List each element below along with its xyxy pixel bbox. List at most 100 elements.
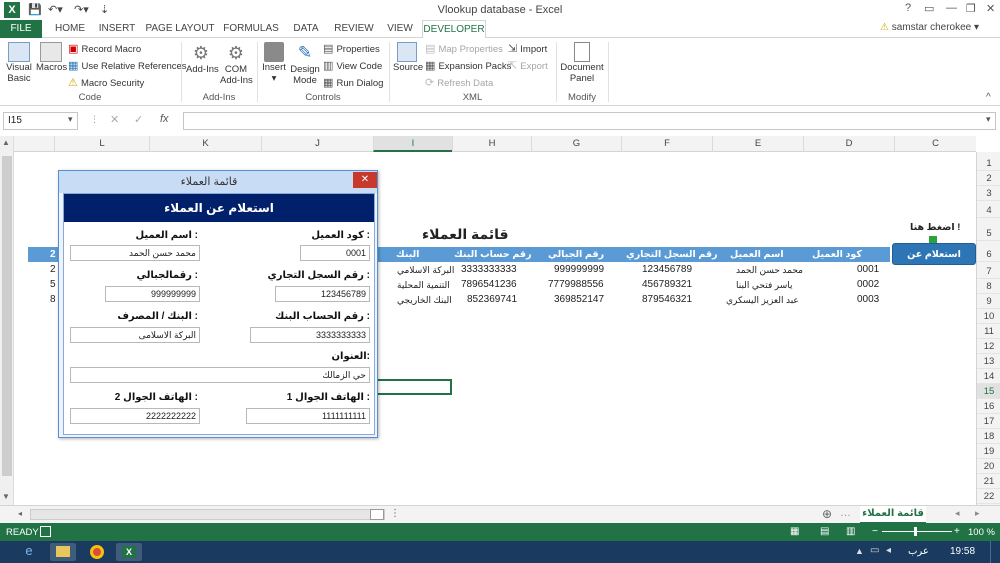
- restore-icon[interactable]: ❐: [966, 2, 976, 15]
- tab-formulas[interactable]: FORMULAS: [220, 20, 282, 38]
- minimize-icon[interactable]: —: [946, 2, 957, 14]
- row-header[interactable]: 1: [977, 156, 1000, 171]
- com-addins-button[interactable]: ⚙ COM Add-Ins: [220, 42, 253, 86]
- tab-developer[interactable]: DEVELOPER: [422, 20, 486, 39]
- row-header[interactable]: 20: [977, 459, 1000, 474]
- cell-code[interactable]: 0001: [857, 264, 879, 275]
- enter-icon[interactable]: ✓: [134, 113, 143, 126]
- row-header[interactable]: 18: [977, 429, 1000, 444]
- column-header-h[interactable]: H: [452, 136, 531, 152]
- formula-input[interactable]: [183, 112, 996, 130]
- column-header-e[interactable]: E: [712, 136, 803, 152]
- cell-partial[interactable]: 5: [50, 279, 56, 290]
- scroll-thumb[interactable]: [2, 156, 12, 476]
- cell-bank[interactable]: البنك الخاريجي: [397, 295, 452, 306]
- visual-basic-button[interactable]: Visual Basic: [4, 42, 34, 84]
- expansion-packs-button[interactable]: ▦ Expansion Packs: [425, 59, 511, 72]
- relative-references-button[interactable]: ▦ Use Relative References: [68, 59, 187, 72]
- row-header[interactable]: 4: [977, 203, 1000, 218]
- column-header-c[interactable]: C: [894, 136, 976, 152]
- dialog-title-bar[interactable]: قائمة العملاء ✕: [59, 171, 377, 193]
- macro-security-button[interactable]: ⚠ Macro Security: [68, 76, 144, 89]
- cell-bank[interactable]: التنمية المحلية: [397, 280, 450, 291]
- field-bank[interactable]: البركة الاسلامى: [70, 327, 200, 343]
- expand-formula-icon[interactable]: ▾: [986, 114, 991, 125]
- row-header[interactable]: 3: [977, 186, 1000, 201]
- sheet-tab-customers[interactable]: قائمة العملاء: [860, 506, 926, 524]
- network-icon[interactable]: ▭: [870, 545, 879, 556]
- cell-account[interactable]: 7896541236: [461, 279, 517, 290]
- field-mobile-2[interactable]: 2222222222: [70, 408, 200, 424]
- help-icon[interactable]: ?: [905, 2, 911, 14]
- column-header-f[interactable]: F: [621, 136, 712, 152]
- cell-code[interactable]: 0003: [857, 294, 879, 305]
- customer-inquiry-button[interactable]: استعلام عن العملاء: [892, 243, 976, 282]
- column-header-k[interactable]: K: [149, 136, 261, 152]
- tab-review[interactable]: REVIEW: [330, 20, 378, 38]
- horizontal-scrollbar[interactable]: [30, 509, 385, 520]
- cell-jabali[interactable]: 7779988556: [548, 279, 604, 290]
- row-header[interactable]: 22: [977, 489, 1000, 504]
- horizontal-scroll-thumb[interactable]: [370, 509, 384, 520]
- run-dialog-button[interactable]: ▦ Run Dialog: [323, 76, 383, 89]
- sheet-next-icon[interactable]: ▸: [975, 508, 980, 519]
- row-header[interactable]: 9: [977, 294, 1000, 309]
- insert-control-button[interactable]: Insert ▾: [262, 42, 286, 84]
- column-header-g[interactable]: G: [531, 136, 621, 152]
- tab-data[interactable]: DATA: [286, 20, 326, 38]
- column-header-l[interactable]: L: [54, 136, 149, 152]
- cell-cr[interactable]: 456789321: [642, 279, 692, 290]
- page-layout-view-icon[interactable]: ▤: [820, 526, 829, 537]
- field-mobile-1[interactable]: 1111111111: [246, 408, 370, 424]
- zoom-out-icon[interactable]: −: [872, 526, 878, 537]
- split-handle-icon[interactable]: ⋮: [390, 508, 400, 519]
- user-account[interactable]: ⚠ samstar cherokee ▾: [880, 22, 979, 33]
- row-header[interactable]: 5: [977, 226, 1000, 241]
- cell-code[interactable]: 0002: [857, 279, 879, 290]
- design-mode-button[interactable]: ✎ Design Mode: [290, 42, 320, 86]
- cell-cr[interactable]: 879546321: [642, 294, 692, 305]
- cell-name[interactable]: ياسر فتحي البنا: [736, 280, 793, 291]
- vertical-scrollbar[interactable]: ▲ ▼: [0, 136, 14, 505]
- cell-bank[interactable]: البركة الاسلامي: [397, 265, 454, 276]
- close-icon[interactable]: ✕: [986, 2, 995, 15]
- zoom-in-icon[interactable]: +: [954, 526, 960, 537]
- row-header[interactable]: 13: [977, 354, 1000, 369]
- column-header-i[interactable]: I: [373, 136, 452, 152]
- field-commercial-register[interactable]: 123456789: [275, 286, 370, 302]
- insert-function-icon[interactable]: fx: [160, 113, 169, 125]
- cell-cr[interactable]: 123456789: [642, 264, 692, 275]
- row-header[interactable]: 19: [977, 444, 1000, 459]
- scroll-down-icon[interactable]: ▼: [2, 492, 10, 501]
- input-language[interactable]: عرب: [908, 546, 929, 557]
- cell-name[interactable]: محمد حسن الحمد: [736, 265, 803, 276]
- row-header[interactable]: 12: [977, 339, 1000, 354]
- cell-partial[interactable]: 8: [50, 294, 56, 305]
- row-header[interactable]: 7: [977, 264, 1000, 279]
- sheet-prev-icon[interactable]: ◂: [955, 508, 960, 519]
- addins-button[interactable]: ⚙ Add-Ins: [186, 42, 219, 75]
- clock[interactable]: 19:58: [950, 546, 975, 557]
- cell-account[interactable]: 852369741: [467, 294, 517, 305]
- cell-jabali[interactable]: 369852147: [554, 294, 604, 305]
- row-header[interactable]: 17: [977, 414, 1000, 429]
- import-button[interactable]: ⇲ Import: [508, 42, 547, 55]
- tab-view[interactable]: VIEW: [382, 20, 418, 38]
- macro-recording-icon[interactable]: [40, 526, 51, 537]
- chrome-icon[interactable]: [84, 543, 110, 561]
- cell-jabali[interactable]: 999999999: [554, 264, 604, 275]
- field-customer-name[interactable]: محمد حسن الحمد: [70, 245, 200, 261]
- zoom-slider-track[interactable]: [882, 531, 952, 532]
- file-explorer-icon[interactable]: [50, 543, 76, 561]
- normal-view-icon[interactable]: ▦: [790, 526, 799, 537]
- field-bank-account[interactable]: 3333333333: [250, 327, 370, 343]
- tab-page-layout[interactable]: PAGE LAYOUT: [144, 20, 216, 38]
- cell-partial[interactable]: 2: [50, 264, 56, 275]
- field-customer-code[interactable]: 0001: [300, 245, 370, 261]
- scroll-up-icon[interactable]: ▲: [2, 138, 10, 147]
- row-header[interactable]: 2: [977, 171, 1000, 186]
- cell-account[interactable]: 3333333333: [461, 264, 517, 275]
- row-header[interactable]: 11: [977, 324, 1000, 339]
- column-header-j[interactable]: J: [261, 136, 373, 152]
- row-header[interactable]: 6: [977, 247, 1000, 262]
